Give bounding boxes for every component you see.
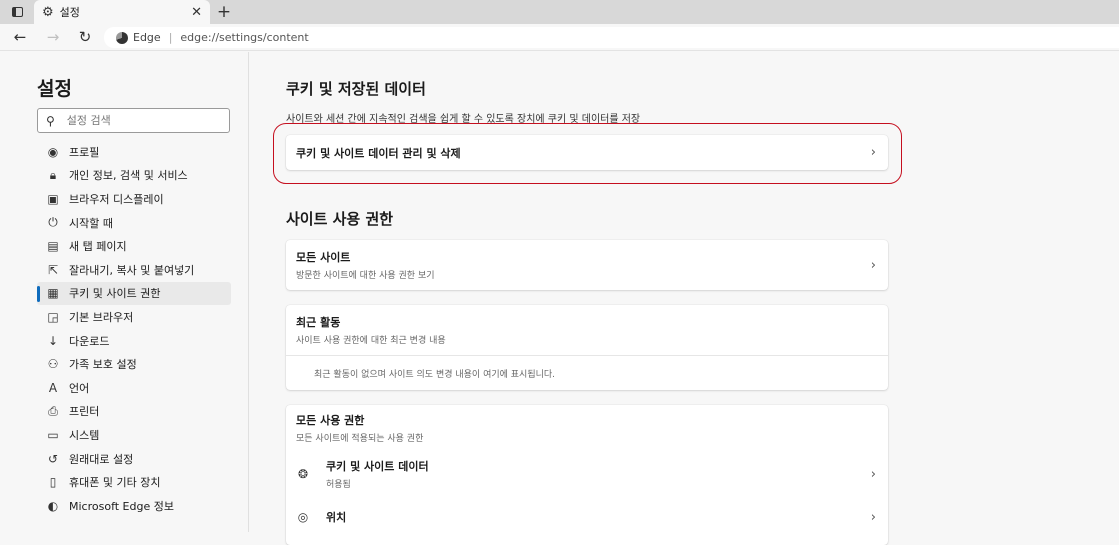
site-permissions-icon: ▦ <box>47 286 59 301</box>
location-icon: ◎ <box>297 510 309 524</box>
all-sites-row[interactable]: 모든 사이트 방문한 사이트에 대한 사용 권한 보기 › <box>286 240 888 290</box>
sidebar-item-label: 기본 브라우저 <box>69 310 134 324</box>
download-icon: ↓ <box>47 333 59 348</box>
all-permissions-title: 모든 사용 권한 <box>296 414 365 427</box>
settings-search[interactable]: ⚲ <box>37 108 230 133</box>
share-icon: ⇱ <box>47 262 59 277</box>
sidebar-item-label: 프로필 <box>69 145 100 159</box>
appearance-icon: ▣ <box>47 191 59 206</box>
sidebar-title: 설정 <box>37 78 72 100</box>
new-tab-button[interactable]: + <box>214 1 234 23</box>
sidebar-item-label: 언어 <box>69 381 90 395</box>
permission-row-cookies[interactable]: ❂ 쿠키 및 사이트 데이터 허용됨 › <box>286 451 888 497</box>
sidebar-item-site-permissions[interactable]: ▦ 쿠키 및 사이트 권한 <box>37 281 231 306</box>
chevron-right-icon: › <box>870 257 876 273</box>
settings-sidebar: 설정 ⚲ ◉ 프로필 🔒︎ 개인 정보, 검색 및 서비스 ▣ 브라우저 디스플… <box>0 52 249 532</box>
forward-button[interactable]: → <box>42 26 64 48</box>
sidebar-item-downloads[interactable]: ↓ 다운로드 <box>37 329 231 353</box>
sidebar-item-reset[interactable]: ↺ 원래대로 설정 <box>37 447 231 471</box>
sidebar-item-startup[interactable]: ⏻ 시작할 때 <box>37 211 231 235</box>
profile-icon: ◉ <box>47 144 59 159</box>
all-sites-card: 모든 사이트 방문한 사이트에 대한 사용 권한 보기 › <box>286 240 888 290</box>
back-button[interactable]: ← <box>9 26 31 48</box>
language-icon: A <box>48 380 58 395</box>
tab-actions-button[interactable] <box>6 3 28 21</box>
site-permissions-title: 사이트 사용 권한 <box>286 210 394 228</box>
search-icon: ⚲ <box>46 113 55 128</box>
address-separator: | <box>168 31 173 44</box>
sidebar-item-system[interactable]: ▭ 시스템 <box>37 423 231 447</box>
sidebar-item-new-tab[interactable]: ▤ 새 탭 페이지 <box>37 234 231 258</box>
recent-activity-title: 최근 활동 <box>296 316 341 329</box>
sidebar-item-label: 잘라내기, 복사 및 붙여넣기 <box>69 263 195 277</box>
sidebar-item-appearance[interactable]: ▣ 브라우저 디스플레이 <box>37 187 231 211</box>
search-input[interactable] <box>64 113 215 128</box>
sidebar-item-share-copy-paste[interactable]: ⇱ 잘라내기, 복사 및 붙여넣기 <box>37 258 231 282</box>
refresh-button[interactable]: ↻ <box>74 26 96 48</box>
sidebar-item-label: Microsoft Edge 정보 <box>69 499 174 513</box>
sidebar-item-printers[interactable]: ⎙ 프린터 <box>37 400 231 424</box>
sidebar-item-label: 쿠키 및 사이트 권한 <box>69 287 161 301</box>
recent-activity-card: 최근 활동 사이트 사용 권한에 대한 최근 변경 내용 최근 활동이 없으며 … <box>286 305 888 390</box>
recent-activity-subtitle: 사이트 사용 권한에 대한 최근 변경 내용 <box>296 336 446 346</box>
all-sites-title: 모든 사이트 <box>296 251 351 264</box>
sidebar-item-phone[interactable]: ▯ 휴대폰 및 기타 장치 <box>37 470 231 494</box>
recent-activity-empty: 최근 활동이 없으며 사이트 의도 변경 내용이 여기에 표시됩니다. <box>286 356 888 390</box>
address-toolbar: ← → ↻ Edge | edge://settings/content <box>0 24 1119 51</box>
power-icon: ⏻ <box>48 215 58 230</box>
settings-content: 쿠키 및 저장된 데이터 사이트와 세션 간에 지속적인 검색을 쉽게 할 수 … <box>250 52 1119 545</box>
sidebar-item-label: 원래대로 설정 <box>69 452 134 466</box>
tab-strip: ⚙ 설정 ✕ + <box>0 0 1119 24</box>
recent-activity-header: 최근 활동 사이트 사용 권한에 대한 최근 변경 내용 <box>286 305 888 355</box>
tab-title: 설정 <box>59 6 80 19</box>
reset-icon: ↺ <box>47 451 59 466</box>
cookies-section-title: 쿠키 및 저장된 데이터 <box>286 80 426 98</box>
all-permissions-card: 모든 사용 권한 모든 사이트에 적용되는 사용 권한 ❂ 쿠키 및 사이트 데… <box>286 405 888 545</box>
gear-icon: ⚙ <box>42 4 54 20</box>
sidebar-item-profile[interactable]: ◉ 프로필 <box>37 140 231 164</box>
family-icon: ⚇ <box>47 357 59 372</box>
sidebar-item-default-browser[interactable]: ◲ 기본 브라우저 <box>37 305 231 329</box>
edge-icon: ◐ <box>47 498 59 513</box>
sidebar-item-privacy[interactable]: 🔒︎ 개인 정보, 검색 및 서비스 <box>37 164 231 188</box>
chevron-right-icon: › <box>870 509 876 525</box>
sidebar-item-family[interactable]: ⚇ 가족 보호 설정 <box>37 352 231 376</box>
site-identity: Edge <box>133 31 161 44</box>
permission-label: 쿠키 및 사이트 데이터 <box>326 460 429 473</box>
sidebar-item-label: 개인 정보, 검색 및 서비스 <box>69 169 188 183</box>
permission-label: 위치 <box>326 511 347 524</box>
tab-settings[interactable]: ⚙ 설정 ✕ <box>34 0 210 24</box>
sidebar-item-label: 프린터 <box>69 405 100 419</box>
edge-logo-icon <box>116 31 128 44</box>
close-icon[interactable]: ✕ <box>191 5 202 20</box>
cookie-icon: ❂ <box>297 467 309 481</box>
sidebar-item-about[interactable]: ◐ Microsoft Edge 정보 <box>37 494 231 518</box>
tab-actions-icon <box>11 7 23 17</box>
default-browser-icon: ◲ <box>47 309 59 324</box>
printer-icon: ⎙ <box>48 403 58 418</box>
sidebar-item-label: 시작할 때 <box>69 216 113 230</box>
sidebar-item-label: 다운로드 <box>69 334 110 348</box>
lock-icon: 🔒︎ <box>49 167 57 182</box>
highlight-outline <box>273 123 902 184</box>
system-icon: ▭ <box>47 427 59 442</box>
chevron-right-icon: › <box>870 466 876 482</box>
recent-activity-empty-text: 최근 활동이 없으며 사이트 의도 변경 내용이 여기에 표시됩니다. <box>314 369 556 380</box>
sidebar-item-label: 가족 보호 설정 <box>69 358 137 372</box>
sidebar-item-languages[interactable]: A 언어 <box>37 376 231 400</box>
sidebar-nav: ◉ 프로필 🔒︎ 개인 정보, 검색 및 서비스 ▣ 브라우저 디스플레이 ⏻ … <box>37 140 231 518</box>
all-sites-subtitle: 방문한 사이트에 대한 사용 권한 보기 <box>296 271 435 281</box>
sidebar-item-label: 브라우저 디스플레이 <box>69 192 164 206</box>
sidebar-item-label: 새 탭 페이지 <box>69 240 127 254</box>
all-permissions-subtitle: 모든 사이트에 적용되는 사용 권한 <box>296 434 424 444</box>
phone-icon: ▯ <box>49 475 57 490</box>
new-tab-icon: ▤ <box>47 239 59 254</box>
sidebar-item-label: 휴대폰 및 기타 장치 <box>69 476 161 490</box>
sidebar-item-label: 시스템 <box>69 428 100 442</box>
url-text: edge://settings/content <box>180 31 309 44</box>
all-permissions-header: 모든 사용 권한 모든 사이트에 적용되는 사용 권한 <box>286 405 888 451</box>
permission-row-location[interactable]: ◎ 위치 › <box>286 497 888 537</box>
permission-status: 허용됨 <box>326 480 351 490</box>
address-bar[interactable]: Edge | edge://settings/content <box>104 27 1119 48</box>
